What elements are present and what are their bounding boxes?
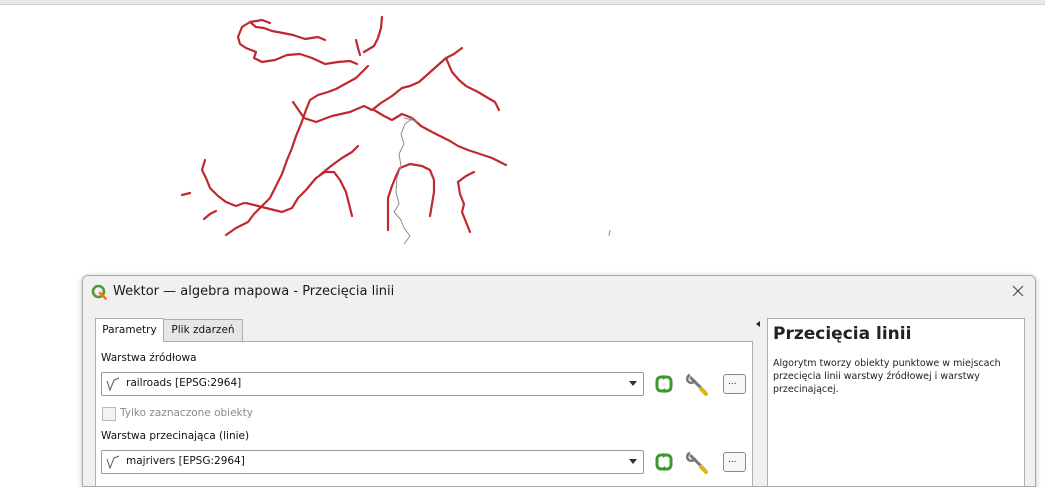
tab-log[interactable]: Plik zdarzeń — [163, 319, 243, 341]
source-layer-combo[interactable]: railroads [EPSG:2964] — [101, 372, 644, 396]
dialog-titlebar[interactable]: Wektor — algebra mapowa - Przecięcia lin… — [83, 276, 1035, 308]
source-browse-button[interactable]: ... — [723, 374, 746, 394]
tab-parameters[interactable]: Parametry — [95, 318, 164, 342]
help-text: Algorytm tworzy obiekty punktowe w miejs… — [773, 358, 1001, 395]
help-panel: Przecięcia linii Algorytm tworzy obiekty… — [767, 318, 1025, 486]
iterate-icon[interactable] — [652, 372, 676, 396]
line-layer-icon — [106, 455, 120, 470]
intersection-dialog: Wektor — algebra mapowa - Przecięcia lin… — [82, 275, 1036, 487]
wrench-icon[interactable] — [686, 372, 710, 396]
intersect-browse-button[interactable]: ... — [723, 452, 746, 472]
intersect-layer-value: majrivers [EPSG:2964] — [126, 455, 245, 467]
chevron-down-icon — [629, 381, 637, 386]
wrench-icon[interactable] — [686, 450, 710, 474]
parameters-panel: Warstwa źródłowa railroads [EPSG:2964] .… — [95, 341, 753, 486]
qgis-logo-icon — [91, 284, 107, 300]
railroads-layer — [393, 117, 611, 245]
line-layer-icon — [106, 377, 120, 392]
source-layer-label: Warstwa źródłowa — [101, 352, 197, 364]
close-icon[interactable] — [1007, 280, 1029, 302]
chevron-down-icon — [629, 459, 637, 464]
selected-only-label: Tylko zaznaczone obiekty — [120, 407, 253, 419]
selected-only-checkbox[interactable] — [102, 407, 116, 421]
rivers-layer — [180, 15, 508, 237]
dialog-title: Wektor — algebra mapowa - Przecięcia lin… — [113, 284, 395, 299]
intersect-layer-combo[interactable]: majrivers [EPSG:2964] — [101, 450, 644, 474]
source-layer-value: railroads [EPSG:2964] — [126, 377, 242, 389]
iterate-icon[interactable] — [652, 450, 676, 474]
collapse-arrow-icon[interactable] — [756, 321, 760, 327]
map-canvas[interactable] — [0, 5, 1045, 275]
intersect-layer-label: Warstwa przecinająca (linie) — [101, 430, 250, 442]
help-title: Przecięcia linii — [773, 324, 912, 344]
